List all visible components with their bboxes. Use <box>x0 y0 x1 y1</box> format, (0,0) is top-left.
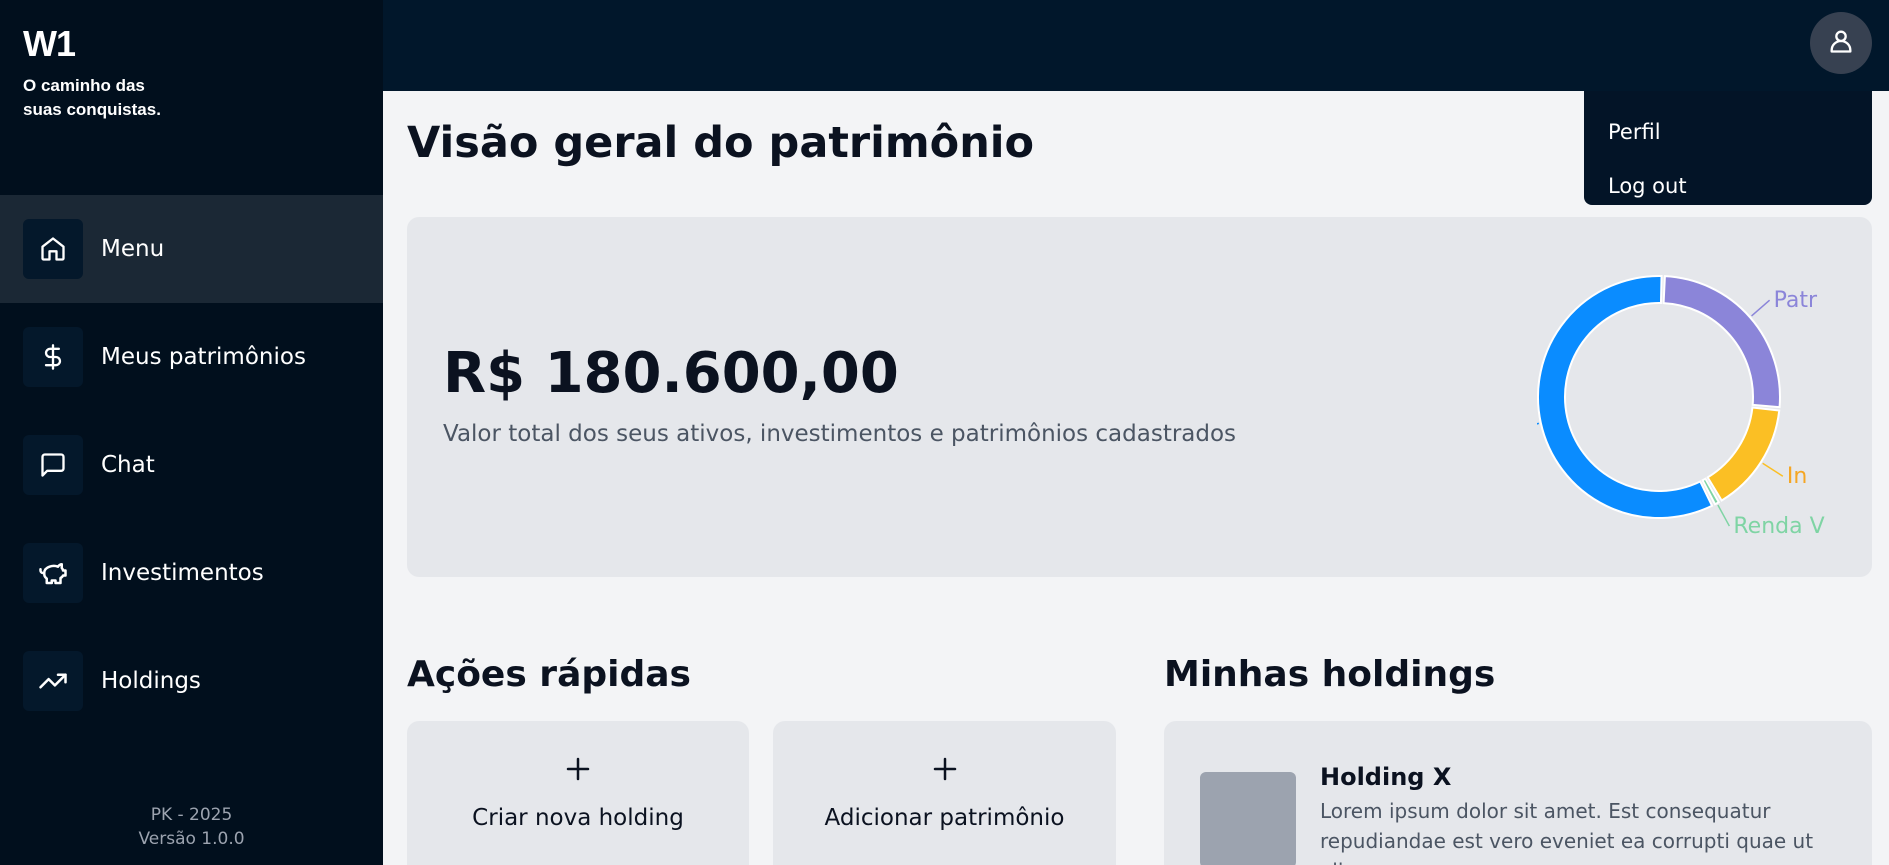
sidebar-item-label: Menu <box>101 236 165 262</box>
patrimony-summary-card: R$ 180.600,00 Valor total dos seus ativo… <box>407 217 1872 577</box>
donut-label: In <box>1787 464 1807 489</box>
brand-logo: W1 <box>23 23 76 64</box>
brand: W1 O caminho das suas conquistas. <box>23 24 183 122</box>
sidebar: W1 O caminho das suas conquistas. Menu M… <box>0 0 383 865</box>
create-holding-button[interactable]: Criar nova holding <box>407 721 749 865</box>
donut-label: Patr <box>1774 288 1818 313</box>
donut-slice-in <box>1706 406 1781 502</box>
total-description: Valor total dos seus ativos, investiment… <box>443 421 1237 447</box>
donut-slice-patr <box>1662 275 1781 409</box>
donut-label: Renda V <box>1733 514 1824 539</box>
footer-version: Versão 1.0.0 <box>138 829 245 849</box>
donut-leader-line <box>1717 504 1731 527</box>
sidebar-item-holdings[interactable]: Holdings <box>0 627 383 735</box>
donut-leader-line <box>1762 462 1784 477</box>
action-label: Criar nova holding <box>472 805 684 831</box>
chat-icon <box>23 435 83 495</box>
home-icon <box>23 219 83 279</box>
dollar-icon <box>23 327 83 387</box>
trending-up-icon <box>23 651 83 711</box>
sidebar-item-label: Holdings <box>101 668 201 694</box>
sidebar-item-label: Meus patrimônios <box>101 344 306 370</box>
sidebar-item-investimentos[interactable]: Investimentos <box>0 519 383 627</box>
user-icon <box>1827 27 1855 59</box>
holding-thumbnail <box>1200 772 1296 865</box>
donut-leader-line <box>1751 299 1771 317</box>
footer-copyright: PK - 2025 <box>150 805 233 825</box>
sidebar-nav: Menu Meus patrimônios Chat Investimentos… <box>0 195 383 735</box>
patrimony-donut-chart: Patr In Renda V <box>1537 275 1825 539</box>
quick-actions-title: Ações rápidas <box>407 654 691 695</box>
menu-item-perfil[interactable]: Perfil <box>1584 105 1872 159</box>
topbar <box>383 0 1889 91</box>
sidebar-item-meus-patrimonios[interactable]: Meus patrimônios <box>0 303 383 411</box>
donut-slice-other <box>1537 275 1714 519</box>
page-title: Visão geral do patrimônio <box>407 118 1035 168</box>
plus-icon <box>773 751 1116 791</box>
menu-item-logout[interactable]: Log out <box>1584 159 1872 213</box>
sidebar-item-chat[interactable]: Chat <box>0 411 383 519</box>
user-dropdown-menu: Perfil Log out <box>1584 91 1872 205</box>
donut-leader-line <box>1537 422 1540 425</box>
piggy-bank-icon <box>23 543 83 603</box>
brand-tagline: O caminho das suas conquistas. <box>23 76 161 119</box>
sidebar-item-menu[interactable]: Menu <box>0 195 383 303</box>
add-patrimony-button[interactable]: Adicionar patrimônio <box>773 721 1116 865</box>
holding-description: Lorem ipsum dolor sit amet. Est consequa… <box>1320 799 1814 865</box>
action-label: Adicionar patrimônio <box>824 805 1065 831</box>
holding-card[interactable]: Holding X Lorem ipsum dolor sit amet. Es… <box>1164 721 1872 865</box>
total-value: R$ 180.600,00 <box>443 341 899 406</box>
sidebar-item-label: Chat <box>101 452 155 478</box>
user-menu-button[interactable] <box>1810 12 1872 74</box>
holding-name: Holding X <box>1320 763 1452 791</box>
sidebar-item-label: Investimentos <box>101 560 264 586</box>
sidebar-footer: PK - 2025 Versão 1.0.0 <box>0 803 383 851</box>
plus-icon <box>407 751 749 791</box>
holdings-title: Minhas holdings <box>1164 654 1496 695</box>
